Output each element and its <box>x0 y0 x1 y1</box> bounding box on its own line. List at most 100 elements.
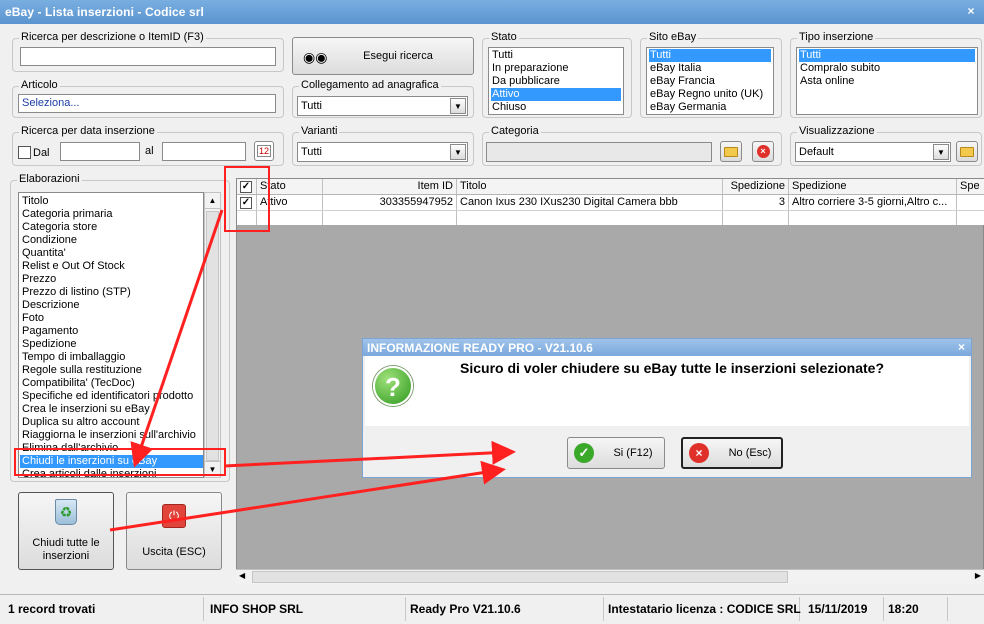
yes-button[interactable]: ✓ Si (F12) <box>567 437 665 469</box>
stato-option[interactable]: In preparazione <box>491 62 621 75</box>
no-label: No (Esc) <box>728 447 772 459</box>
elaborazione-item[interactable]: Duplica su altro account <box>22 416 200 429</box>
elaborazione-item[interactable]: Foto <box>22 312 200 325</box>
elaborazione-item[interactable]: Crea le inserzioni su eBay <box>22 403 200 416</box>
stato-option[interactable]: Tutti <box>491 49 621 62</box>
elaborazione-item[interactable]: Condizione <box>22 234 200 247</box>
yes-label: Si (F12) <box>613 447 653 459</box>
window-close-button[interactable]: × <box>964 4 978 18</box>
search-button-label: Esegui ricerca <box>363 50 433 62</box>
sito-listbox[interactable]: Tutti eBay Italia eBay Francia eBay Regn… <box>646 47 774 115</box>
cell-spe <box>957 195 984 210</box>
search-input[interactable] <box>20 47 276 66</box>
varianti-value: Tutti <box>301 146 322 158</box>
stato-listbox[interactable]: Tutti In preparazione Da pubblicare Atti… <box>488 47 624 115</box>
header-spe[interactable]: Spe <box>957 179 984 194</box>
scroll-left-icon[interactable]: ◀ <box>239 571 245 580</box>
elaborazione-item[interactable]: Categoria primaria <box>22 208 200 221</box>
status-bar: 1 record trovati INFO SHOP SRL Ready Pro… <box>0 594 984 624</box>
cancel-icon: × <box>689 443 709 463</box>
al-date-input[interactable] <box>162 142 246 161</box>
search-button[interactable]: ◉◉ Esegui ricerca <box>292 37 474 75</box>
empty-cell <box>457 211 723 225</box>
stato-option[interactable]: Da pubblicare <box>491 75 621 88</box>
status-time: 18:20 <box>888 597 948 621</box>
collegamento-select[interactable]: Tutti ▼ <box>297 96 468 116</box>
sito-option-selected[interactable]: Tutti <box>649 49 771 62</box>
elaborazione-item[interactable]: Relist e Out Of Stock <box>22 260 200 273</box>
grid-horizontal-scrollbar[interactable]: ◀ ▶ <box>236 569 984 584</box>
elaborazione-item[interactable]: Prezzo di listino (STP) <box>22 286 200 299</box>
elaborazione-item[interactable]: Categoria store <box>22 221 200 234</box>
sito-option[interactable]: eBay Regno unito (UK) <box>649 88 771 101</box>
tipo-label: Tipo inserzione <box>797 31 876 43</box>
header-spedizione[interactable]: Spedizione <box>789 179 957 194</box>
articolo-input[interactable]: Seleziona... <box>18 94 276 113</box>
tipo-option[interactable]: Asta online <box>799 75 975 88</box>
no-button[interactable]: × No (Esc) <box>681 437 783 469</box>
elaborazione-item[interactable]: Titolo <box>22 195 200 208</box>
elaborazione-item[interactable]: Descrizione <box>22 299 200 312</box>
visualizzazione-value: Default <box>799 146 834 158</box>
exit-button[interactable]: ⏻ Uscita (ESC) <box>126 492 222 570</box>
chevron-down-icon[interactable]: ▼ <box>933 144 949 160</box>
header-spedizione-count[interactable]: Spedizione <box>723 179 789 194</box>
visualizzazione-label: Visualizzazione <box>797 125 877 137</box>
calendar-icon: 12 <box>256 145 271 157</box>
stato-option-selected[interactable]: Attivo <box>491 88 621 101</box>
dialog-close-icon[interactable]: × <box>958 340 965 354</box>
calendar-button[interactable]: 12 <box>254 141 274 161</box>
elaborazioni-listbox[interactable]: Titolo Categoria primaria Categoria store C… <box>18 192 204 478</box>
tipo-option-selected[interactable]: Tutti <box>799 49 975 62</box>
status-license: Intestatario licenza : CODICE SRL <box>608 597 801 621</box>
stato-option[interactable]: Chiuso <box>491 101 621 114</box>
cell-spedizione-count: 3 <box>723 195 789 210</box>
folder-icon <box>724 146 738 157</box>
exit-label: Uscita (ESC) <box>142 546 206 558</box>
cell-item-id: 303355947952 <box>323 195 457 210</box>
visualizzazione-folder-button[interactable] <box>956 141 978 162</box>
chevron-down-icon[interactable]: ▼ <box>450 98 466 114</box>
clear-icon: × <box>756 145 770 158</box>
annotation-box-chiudi <box>14 448 226 476</box>
dialog-message-area: ? Sicuro di voler chiudere su eBay tutte… <box>365 356 969 426</box>
sito-option[interactable]: eBay Italia <box>649 62 771 75</box>
elaborazione-item[interactable]: Pagamento <box>22 325 200 338</box>
dialog-title-bar: INFORMAZIONE READY PRO - V21.10.6 × <box>363 339 971 356</box>
elaborazione-item[interactable]: Riaggiorna le inserzioni sull'archivio <box>22 429 200 442</box>
dal-date-input[interactable] <box>60 142 140 161</box>
sito-option[interactable]: eBay Francia <box>649 75 771 88</box>
scroll-up-icon[interactable]: ▲ <box>205 193 220 209</box>
tipo-listbox[interactable]: Tutti Compralo subito Asta online <box>796 47 978 115</box>
elaborazione-item[interactable]: Specifiche ed identificatori prodotto <box>22 390 200 403</box>
elaborazione-item[interactable]: Regole sulla restituzione <box>22 364 200 377</box>
header-titolo[interactable]: Titolo <box>457 179 723 194</box>
chevron-down-icon[interactable]: ▼ <box>450 144 466 160</box>
status-records: 1 record trovati <box>8 597 204 621</box>
empty-cell <box>323 211 457 225</box>
elaborazioni-scrollbar[interactable]: ▲ ▼ <box>204 192 221 478</box>
scroll-thumb[interactable] <box>206 211 219 461</box>
varianti-select[interactable]: Tutti ▼ <box>297 142 468 162</box>
sito-option[interactable]: eBay Germania <box>649 101 771 114</box>
elaborazione-item[interactable]: Spedizione <box>22 338 200 351</box>
categoria-clear-button[interactable]: × <box>752 141 774 162</box>
visualizzazione-select[interactable]: Default ▼ <box>795 142 951 162</box>
horizontal-scroll-thumb[interactable] <box>252 571 788 583</box>
tipo-option[interactable]: Compralo subito <box>799 62 975 75</box>
categoria-input[interactable] <box>486 142 712 162</box>
collegamento-label: Collegamento ad anagrafica <box>299 79 441 91</box>
table-row[interactable]: ✓ Attivo 303355947952 Canon Ixus 230 IXu… <box>237 195 984 211</box>
scroll-right-icon[interactable]: ▶ <box>975 571 981 580</box>
elaborazione-item[interactable]: Prezzo <box>22 273 200 286</box>
close-all-button[interactable]: ♻ Chiudi tutte le inserzioni <box>18 492 114 570</box>
header-item-id[interactable]: Item ID <box>323 179 457 194</box>
dal-checkbox[interactable] <box>18 146 31 159</box>
elaborazione-item[interactable]: Quantita' <box>22 247 200 260</box>
elaborazione-item[interactable]: Compatibilita' (TecDoc) <box>22 377 200 390</box>
recycle-bin-icon: ♻ <box>55 499 77 525</box>
categoria-folder-button[interactable] <box>720 141 742 162</box>
elaborazione-item[interactable]: Tempo di imballaggio <box>22 351 200 364</box>
status-version: Ready Pro V21.10.6 <box>410 597 604 621</box>
al-label: al <box>145 145 154 157</box>
